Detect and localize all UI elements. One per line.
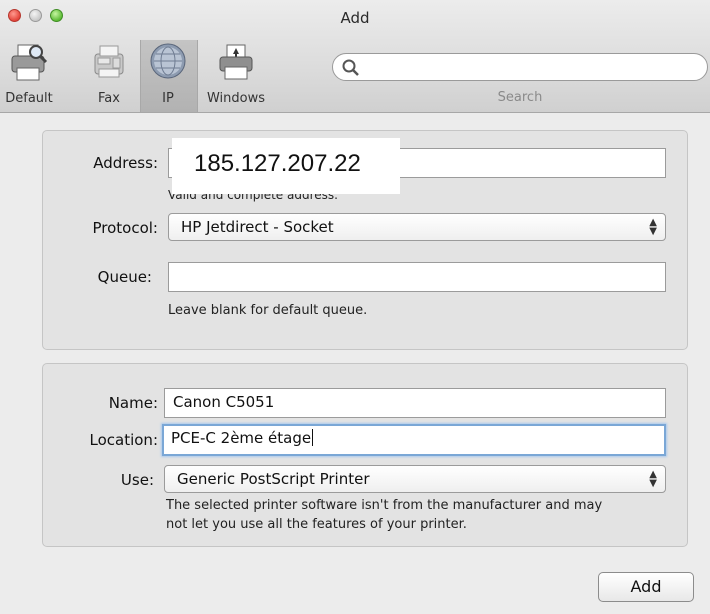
queue-label: Queue: bbox=[97, 268, 152, 286]
text-cursor bbox=[312, 429, 314, 446]
windows-printer-icon bbox=[219, 44, 253, 80]
protocol-label: Protocol: bbox=[92, 219, 158, 237]
use-help-line-1: The selected printer software isn't from… bbox=[166, 498, 603, 513]
search-label: Search bbox=[497, 90, 543, 105]
search-icon bbox=[342, 59, 359, 76]
location-value: PCE-C 2ème étage bbox=[171, 429, 312, 447]
fax-icon bbox=[94, 45, 124, 78]
select-arrows-icon: ▲ ▼ bbox=[649, 217, 657, 237]
location-field[interactable]: PCE-C 2ème étage bbox=[162, 424, 666, 456]
name-value: Canon C5051 bbox=[173, 393, 275, 411]
use-help: The selected printer software isn't from… bbox=[166, 496, 686, 534]
name-label: Name: bbox=[108, 394, 158, 412]
globe-icon bbox=[150, 43, 186, 79]
search-field[interactable] bbox=[332, 53, 708, 81]
toolbar-ip-label: IP bbox=[162, 91, 174, 106]
protocol-value: HP Jetdirect - Socket bbox=[181, 218, 334, 236]
printer-default-icon bbox=[11, 44, 48, 81]
toolbar-default-label: Default bbox=[5, 91, 53, 106]
use-help-line-2: not let you use all the features of your… bbox=[166, 517, 467, 532]
name-field[interactable]: Canon C5051 bbox=[164, 388, 666, 418]
address-label: Address: bbox=[93, 154, 158, 172]
address-value: 185.127.207.22 bbox=[172, 138, 400, 194]
title-bar: Add Default Fax IP Windows Search bbox=[0, 0, 710, 113]
add-button[interactable]: Add bbox=[598, 572, 694, 602]
toolbar-fax-label: Fax bbox=[98, 91, 120, 106]
queue-help: Leave blank for default queue. bbox=[168, 303, 368, 318]
use-label: Use: bbox=[120, 471, 154, 489]
add-printer-window: Add Default Fax IP Windows Search Addres… bbox=[0, 0, 710, 614]
location-label: Location: bbox=[89, 431, 159, 449]
protocol-select[interactable]: HP Jetdirect - Socket ▲ ▼ bbox=[168, 213, 666, 241]
window-title: Add bbox=[340, 9, 370, 27]
queue-field[interactable] bbox=[168, 262, 666, 292]
use-value: Generic PostScript Printer bbox=[177, 470, 370, 488]
use-select[interactable]: Generic PostScript Printer ▲ ▼ bbox=[164, 465, 666, 493]
toolbar-windows-label: Windows bbox=[206, 91, 266, 106]
select-arrows-icon: ▲ ▼ bbox=[649, 469, 657, 489]
